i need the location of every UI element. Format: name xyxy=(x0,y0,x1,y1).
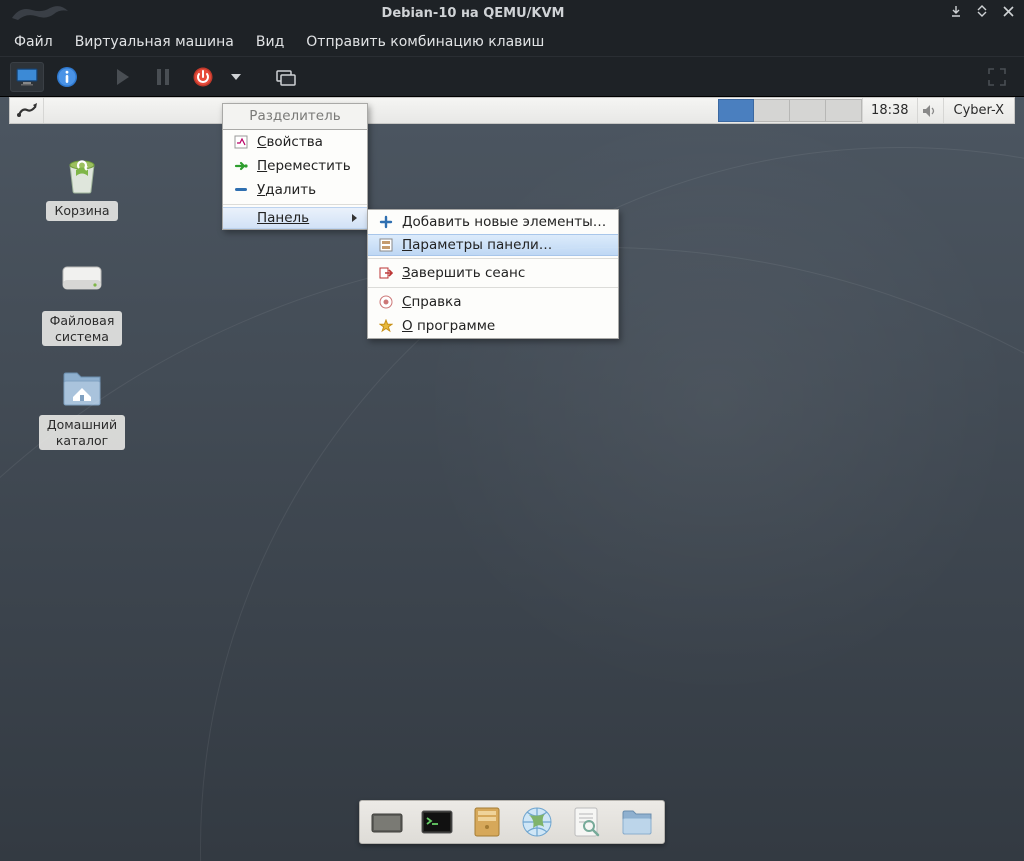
menu-separator xyxy=(223,204,367,205)
screenshot-button[interactable] xyxy=(268,62,302,92)
dock-terminal[interactable] xyxy=(418,804,456,840)
dock-show-desktop[interactable] xyxy=(368,804,406,840)
submenu-item-label: Завершить сеанс xyxy=(402,265,525,281)
menu-item-label: Переместить xyxy=(257,158,351,174)
window-maximize-button[interactable] xyxy=(972,4,992,24)
workspace-4[interactable] xyxy=(826,99,862,122)
details-button[interactable] xyxy=(50,62,84,92)
folder-icon xyxy=(620,808,654,836)
submenu-item-label: Справка xyxy=(402,294,462,310)
terminal-icon xyxy=(420,808,454,836)
menu-item-properties[interactable]: Свойства xyxy=(223,130,367,154)
workspace-2[interactable] xyxy=(754,99,790,122)
menu-send-key[interactable]: Отправить комбинацию клавиш xyxy=(306,34,544,50)
shutdown-button[interactable] xyxy=(186,62,220,92)
menu-item-label: Свойства xyxy=(257,134,323,150)
menu-view[interactable]: Вид xyxy=(256,34,284,50)
panel-context-menu: Разделитель Свойства Переместить Удалить… xyxy=(222,103,368,230)
dock-file-manager[interactable] xyxy=(468,804,506,840)
desktop-icon-filesystem[interactable]: Файловая система xyxy=(37,263,127,346)
menu-item-move[interactable]: Переместить xyxy=(223,154,367,178)
show-desktop-icon xyxy=(370,808,404,836)
screenshot-icon xyxy=(274,68,296,86)
home-folder-icon xyxy=(61,367,103,407)
submenu-item-about[interactable]: О программе xyxy=(368,314,618,338)
menu-virtual-machine[interactable]: Виртуальная машина xyxy=(75,34,234,50)
xfce-bottom-dock xyxy=(359,800,665,844)
submenu-item-label: Добавить новые элементы… xyxy=(402,214,606,230)
desktop-icon-label: Корзина xyxy=(46,201,117,221)
pause-icon xyxy=(156,69,170,85)
desktop-icon-trash[interactable]: Корзина xyxy=(37,153,127,221)
web-browser-icon xyxy=(521,806,553,838)
remove-icon xyxy=(233,182,249,198)
guest-desktop[interactable]: 18:38 Cyber-X Корзина xyxy=(0,97,1024,861)
kali-dragon-icon xyxy=(10,2,70,24)
logout-icon xyxy=(378,265,394,281)
desktop-icon-home[interactable]: Домашний каталог xyxy=(37,367,127,450)
fullscreen-button[interactable] xyxy=(980,62,1014,92)
disk-icon xyxy=(61,263,103,295)
submenu-item-label: О программе xyxy=(402,318,495,334)
plus-icon xyxy=(378,214,394,230)
user-menu[interactable]: Cyber-X xyxy=(943,98,1014,123)
properties-icon xyxy=(233,134,249,150)
menu-separator xyxy=(368,258,618,259)
fullscreen-icon xyxy=(988,68,1006,86)
panel-submenu: Добавить новые элементы… Параметры панел… xyxy=(367,209,619,339)
info-icon xyxy=(56,66,78,88)
host-toolbar xyxy=(0,56,1024,97)
speaker-icon xyxy=(922,104,938,118)
submenu-item-logout[interactable]: Завершить сеанс xyxy=(368,261,618,285)
desktop-icon-label: Домашний каталог xyxy=(39,415,125,450)
star-icon xyxy=(378,318,394,334)
dock-web-browser[interactable] xyxy=(518,804,556,840)
menu-item-label: Панель xyxy=(257,210,309,226)
help-icon xyxy=(378,294,394,310)
menu-file[interactable]: Файл xyxy=(14,34,53,50)
submenu-arrow-icon xyxy=(352,214,357,222)
shutdown-menu-button[interactable] xyxy=(226,62,246,92)
pause-button[interactable] xyxy=(146,62,180,92)
chevron-down-icon xyxy=(231,74,241,80)
submenu-item-panel-preferences[interactable]: Параметры панели… xyxy=(368,234,618,256)
menu-item-remove[interactable]: Удалить xyxy=(223,178,367,202)
workspace-3[interactable] xyxy=(790,99,826,122)
run-button[interactable] xyxy=(106,62,140,92)
window-titlebar: Debian-10 на QEMU/KVM xyxy=(0,0,1024,27)
host-menubar: Файл Виртуальная машина Вид Отправить ко… xyxy=(0,27,1024,56)
power-icon xyxy=(193,67,213,87)
dock-app-finder[interactable] xyxy=(568,804,606,840)
dock-home-folder[interactable] xyxy=(618,804,656,840)
play-icon xyxy=(116,69,130,85)
window-close-button[interactable] xyxy=(998,4,1018,24)
window-minimize-button[interactable] xyxy=(946,4,966,24)
submenu-item-help[interactable]: Справка xyxy=(368,290,618,314)
applications-menu-button[interactable] xyxy=(10,98,44,123)
workspace-pager xyxy=(718,98,862,123)
preferences-icon xyxy=(378,237,394,253)
applications-icon xyxy=(16,102,38,120)
notification-area[interactable] xyxy=(917,98,943,123)
submenu-item-label: Параметры панели… xyxy=(402,237,552,253)
console-button[interactable] xyxy=(10,62,44,92)
monitor-icon xyxy=(16,68,38,86)
menu-separator xyxy=(368,287,618,288)
panel-clock[interactable]: 18:38 xyxy=(862,98,916,123)
move-icon xyxy=(233,158,249,174)
app-finder-icon xyxy=(572,806,602,838)
desktop-icon-label: Файловая система xyxy=(42,311,123,346)
menu-item-panel[interactable]: Панель xyxy=(223,207,367,229)
context-menu-header: Разделитель xyxy=(223,104,367,130)
submenu-item-add-items[interactable]: Добавить новые элементы… xyxy=(368,210,618,234)
trash-icon xyxy=(61,153,103,195)
xfce-top-panel: 18:38 Cyber-X xyxy=(9,97,1015,124)
file-manager-icon xyxy=(472,806,502,838)
menu-item-label: Удалить xyxy=(257,182,316,198)
window-title: Debian-10 на QEMU/KVM xyxy=(0,6,946,21)
workspace-1[interactable] xyxy=(718,99,754,122)
